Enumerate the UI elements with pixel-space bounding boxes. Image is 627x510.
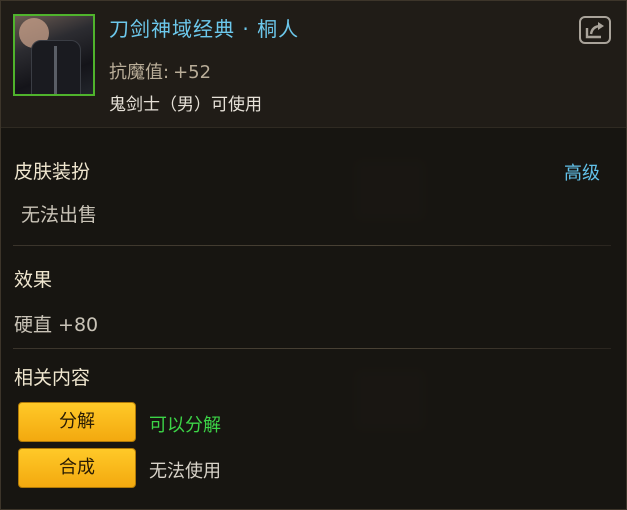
divider (13, 348, 611, 349)
synthesize-button[interactable]: 合成 (18, 448, 136, 488)
related-section-title: 相关内容 (14, 367, 91, 389)
divider (13, 245, 611, 246)
item-grade: 高级 (564, 163, 600, 184)
sell-status: 无法出售 (21, 204, 98, 226)
share-button[interactable] (579, 16, 611, 44)
item-header: 刀剑神域经典 · 桐人 抗魔值: +52 鬼剑士（男）可使用 (1, 1, 626, 128)
item-tooltip-panel: 刀剑神域经典 · 桐人 抗魔值: +52 鬼剑士（男）可使用 皮肤装扮 高级 无法… (0, 0, 627, 510)
item-name: 刀剑神域经典 · 桐人 (109, 17, 300, 41)
disassemble-button[interactable]: 分解 (18, 402, 136, 442)
synthesize-status: 无法使用 (149, 461, 221, 482)
share-external-icon (585, 22, 604, 39)
disassemble-status: 可以分解 (149, 415, 221, 436)
stat-value: +52 (173, 62, 212, 83)
item-requirement: 鬼剑士（男）可使用 (109, 95, 262, 115)
avatar-zipper (54, 46, 57, 94)
effect-value: 硬直 +80 (14, 314, 99, 336)
item-stat: 抗魔值: +52 (109, 58, 211, 84)
skin-section-title: 皮肤装扮 (14, 161, 91, 183)
stat-label: 抗魔值: (109, 62, 170, 83)
item-avatar (13, 14, 95, 96)
effect-section-title: 效果 (14, 269, 53, 291)
